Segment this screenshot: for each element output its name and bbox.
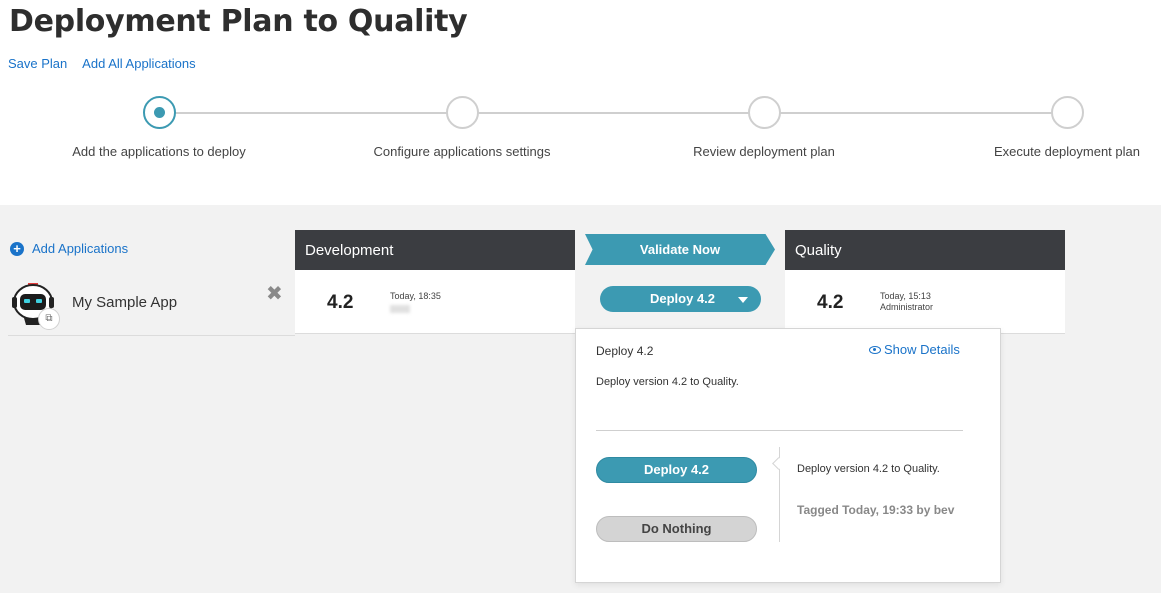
wizard-steps: Add the applications to deploy Configure… [0,96,1161,166]
target-environment-header: Quality [785,230,1065,270]
target-version: 4.2 [817,292,844,313]
step-indicator [747,96,781,129]
top-links: Save Plan Add All Applications [8,56,208,71]
source-environment-body: 4.2 Today, 18:35 [295,270,575,334]
add-applications-label: Add Applications [32,241,129,256]
redacted-text [390,305,410,313]
app-name: My Sample App [72,294,178,311]
add-all-applications-link[interactable]: Add All Applications [82,56,195,71]
step-label: Configure applications settings [373,144,551,159]
source-environment-column: Development 4.2 Today, 18:35 [295,230,575,334]
wizard-step-configure[interactable]: Configure applications settings [352,96,572,159]
wizard-step-review[interactable]: Review deployment plan [654,96,874,159]
option-separator [779,447,780,542]
deploy-options-popup: Deploy 4.2 Show Details Deploy version 4… [575,328,1001,583]
target-timestamp: Today, 15:13 [880,291,931,301]
step-indicator [1050,96,1084,129]
show-details-link[interactable]: Show Details [869,342,960,357]
popup-title: Deploy 4.2 [596,344,654,358]
plus-circle-icon: + [10,241,24,256]
deploy-option-button[interactable]: Deploy 4.2 [596,457,757,483]
source-version-meta: Today, 18:35 [390,291,441,313]
tag-info: Tagged Today, 19:33 by bev [797,503,955,517]
source-version: 4.2 [327,292,354,313]
divider [596,430,963,431]
wizard-step-add-applications[interactable]: Add the applications to deploy [49,96,269,159]
wizard-line [160,112,1067,114]
target-environment-body: 4.2 Today, 15:13 Administrator [785,270,1065,334]
validate-now-button[interactable]: Validate Now [585,234,775,265]
application-row: ⧉ My Sample App ✖ [8,275,295,336]
option-description: Deploy version 4.2 to Quality. [797,463,940,475]
step-indicator [445,96,479,129]
show-details-label: Show Details [884,342,960,357]
deploy-action-dropdown[interactable]: Deploy 4.2 [600,286,761,312]
source-environment-header: Development [295,230,575,270]
step-label: Execute deployment plan [994,144,1140,159]
deploy-action-label: Deploy 4.2 [650,291,716,306]
popup-description: Deploy version 4.2 to Quality. [596,376,739,388]
caret-down-icon [738,297,748,303]
remove-app-icon[interactable]: ✖ [266,281,283,306]
target-environment-column: Quality 4.2 Today, 15:13 Administrator [785,230,1065,334]
do-nothing-option-button[interactable]: Do Nothing [596,516,757,542]
wizard-step-execute[interactable]: Execute deployment plan [957,96,1161,159]
eye-icon [869,345,881,354]
step-label: Add the applications to deploy [72,144,246,159]
target-version-meta: Today, 15:13 Administrator [880,291,933,313]
target-user: Administrator [880,302,934,312]
step-label: Review deployment plan [693,144,835,159]
page-title: Deployment Plan to Quality [9,4,468,39]
step-indicator-active [142,96,176,129]
save-plan-link[interactable]: Save Plan [8,56,67,71]
source-timestamp: Today, 18:35 [390,291,441,301]
device-icon: ⧉ [38,308,60,330]
add-applications-button[interactable]: + Add Applications [10,241,128,256]
